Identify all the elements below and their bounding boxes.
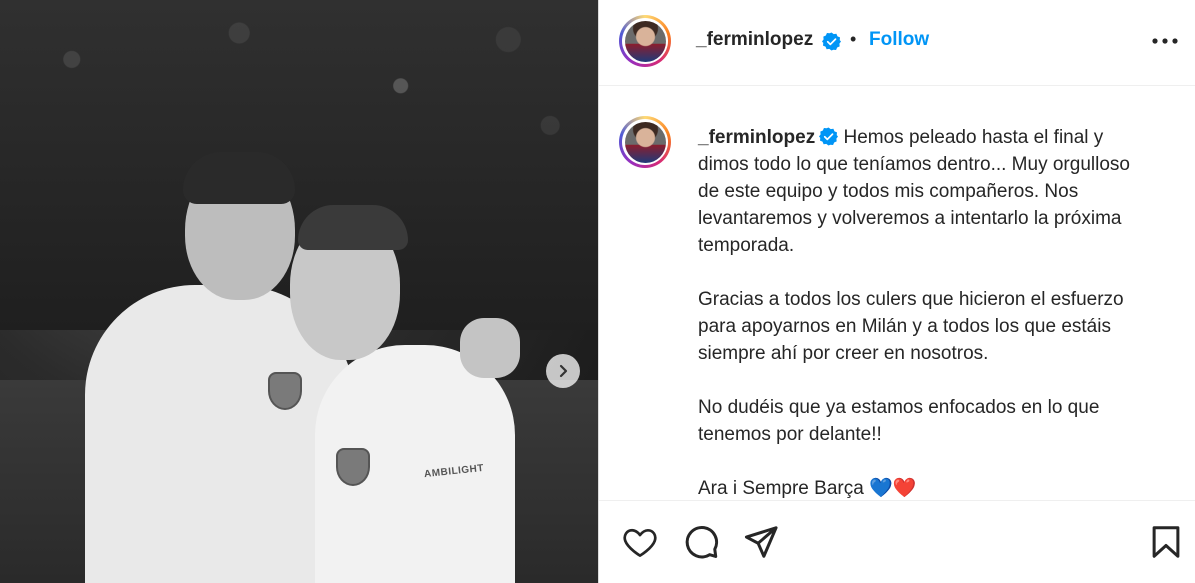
player-left-hair [183,152,295,204]
avatar-inner [622,18,668,64]
bookmark-icon [1152,526,1180,558]
save-button[interactable] [1147,523,1187,563]
player-right-hair [298,205,408,250]
more-options-icon [1152,38,1178,44]
hand-on-shoulder [460,318,520,378]
follow-button[interactable]: Follow [869,29,929,51]
heart-icon [623,528,657,557]
chevron-right-icon [559,364,568,378]
caption-text: _ferminlopez Hemos peleado hasta el fina… [698,124,1178,502]
post-header: _ferminlopez • Follow [599,0,1195,86]
comment-icon [685,526,719,559]
verified-badge-icon [819,127,839,146]
paper-plane-icon [744,526,778,558]
verified-badge-icon [822,32,841,51]
club-crest-icon [336,448,370,486]
caption-body: Hemos peleado hasta el final y dimos tod… [698,127,1130,499]
like-button[interactable] [621,523,661,563]
caption-username[interactable]: _ferminlopez [698,127,815,148]
avatar-image [624,121,666,163]
post-detail-panel: _ferminlopez • Follow _ferminlopez Hemos… [598,0,1195,583]
header-username[interactable]: _ferminlopez [696,29,813,51]
action-bar [599,500,1195,583]
avatar-image [624,20,666,62]
separator-dot: • [850,29,857,49]
caption-section: _ferminlopez Hemos peleado hasta el fina… [599,86,1195,500]
avatar[interactable] [619,15,671,67]
avatar-inner [622,119,668,165]
next-image-button[interactable] [546,354,580,388]
share-button[interactable] [742,523,782,563]
comment-button[interactable] [682,523,722,563]
club-crest-icon [268,372,302,410]
post-image[interactable]: AMBILIGHT [0,0,598,583]
more-options-button[interactable] [1150,30,1180,52]
caption-avatar[interactable] [619,116,671,168]
